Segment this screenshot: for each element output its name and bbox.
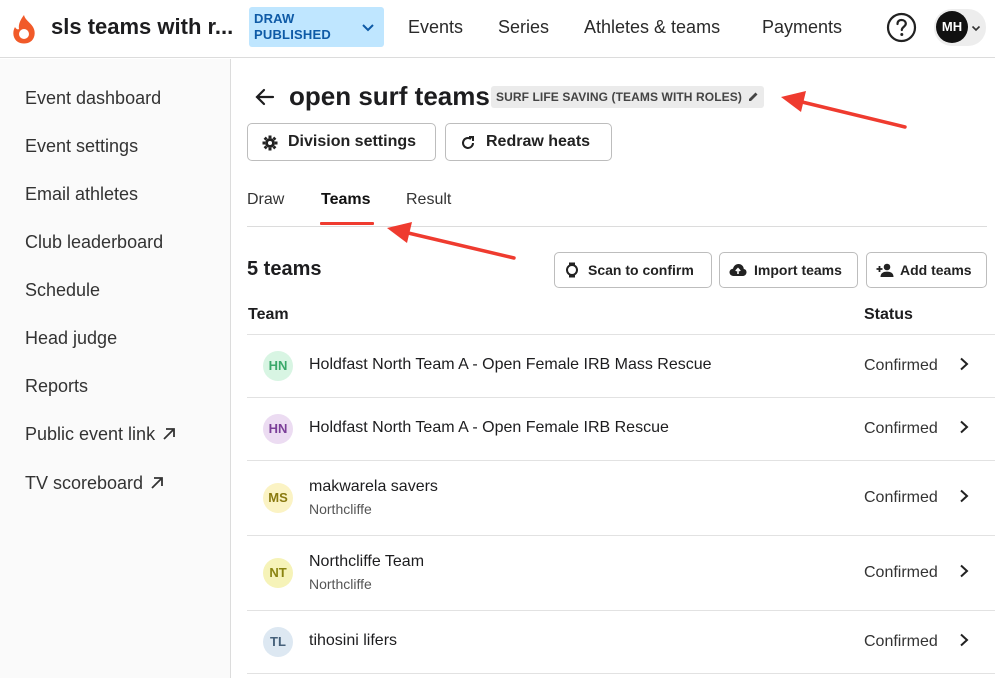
nav-payments[interactable]: Payments (762, 17, 842, 38)
sidebar-item-event-dashboard[interactable]: Event dashboard (25, 88, 161, 109)
annotation-arrow (781, 91, 907, 129)
avatar: MH (936, 11, 968, 43)
chevron-down-icon (362, 24, 374, 32)
team-name[interactable]: Holdfast North Team A - Open Female IRB … (309, 356, 712, 374)
sidebar-item-label: Public event link (25, 424, 156, 444)
nav-events[interactable]: Events (408, 17, 463, 38)
divider (247, 334, 995, 335)
chevron-right-icon[interactable] (958, 564, 970, 578)
sidebar-item-tv-scoreboard[interactable]: TV scoreboard (25, 473, 165, 494)
external-link-icon (163, 428, 175, 440)
active-tab-indicator (320, 222, 374, 225)
pencil-icon (748, 92, 758, 101)
draw-status-dropdown[interactable]: DRAW PUBLISHED (249, 7, 384, 47)
divider (247, 535, 995, 536)
chevron-right-icon[interactable] (958, 489, 970, 503)
team-status: Confirmed (864, 357, 938, 374)
column-header-status: Status (864, 306, 913, 323)
chevron-right-icon[interactable] (958, 357, 970, 371)
tab-result[interactable]: Result (406, 191, 451, 209)
refresh-icon (462, 136, 474, 149)
sidebar: Event dashboard Event settings Email ath… (0, 59, 231, 678)
watch-icon (566, 262, 578, 278)
back-arrow-icon[interactable] (254, 86, 276, 108)
scan-to-confirm-button[interactable]: Scan to confirm (554, 252, 712, 288)
team-name[interactable]: Northcliffe Team (309, 553, 424, 571)
divider (247, 397, 995, 398)
sidebar-item-club-leaderboard[interactable]: Club leaderboard (25, 232, 163, 253)
divider (247, 460, 995, 461)
team-status: Confirmed (864, 420, 938, 437)
gear-icon (262, 135, 278, 151)
team-status: Confirmed (864, 633, 938, 650)
sidebar-item-label: TV scoreboard (25, 473, 144, 493)
column-header-team: Team (248, 306, 289, 323)
cloud-upload-icon (729, 264, 747, 276)
top-bar: sls teams with r... DRAW PUBLISHED Event… (0, 0, 995, 58)
team-name[interactable]: makwarela savers (309, 478, 438, 496)
teams-count: 5 teams (247, 258, 322, 280)
team-status: Confirmed (864, 564, 938, 581)
sidebar-item-event-settings[interactable]: Event settings (25, 136, 138, 157)
divider (247, 673, 995, 674)
team-name[interactable]: Holdfast North Team A - Open Female IRB … (309, 419, 669, 437)
tabs-divider (247, 226, 987, 227)
app-title[interactable]: sls teams with r... (51, 14, 236, 40)
sidebar-item-head-judge[interactable]: Head judge (25, 328, 117, 349)
event-type-label: SURF LIFE SAVING (TEAMS WITH ROLES) (496, 90, 742, 104)
team-avatar: HN (263, 414, 293, 444)
scan-to-confirm-label: Scan to confirm (588, 262, 694, 278)
import-teams-button[interactable]: Import teams (719, 252, 858, 288)
user-menu[interactable]: MH (934, 9, 986, 46)
redraw-heats-button[interactable]: Redraw heats (445, 123, 612, 161)
sidebar-item-email-athletes[interactable]: Email athletes (25, 184, 138, 205)
annotation-arrow (387, 222, 516, 260)
tab-teams[interactable]: Teams (321, 191, 371, 209)
add-teams-button[interactable]: Add teams (866, 252, 987, 288)
redraw-heats-label: Redraw heats (486, 133, 591, 150)
division-settings-button[interactable]: Division settings (247, 123, 436, 161)
flame-logo-icon[interactable] (11, 14, 37, 44)
chevron-down-icon (971, 25, 981, 32)
team-avatar: HN (263, 351, 293, 381)
page-title: open surf teams (289, 81, 490, 111)
team-club: Northcliffe (309, 501, 372, 517)
nav-series[interactable]: Series (498, 17, 549, 38)
team-avatar: TL (263, 627, 293, 657)
import-teams-label: Import teams (754, 262, 842, 278)
team-status: Confirmed (864, 489, 938, 506)
chevron-right-icon[interactable] (958, 633, 970, 647)
sidebar-item-public-event-link[interactable]: Public event link (25, 424, 177, 445)
division-settings-label: Division settings (288, 133, 417, 150)
team-avatar: NT (263, 558, 293, 588)
divider (247, 610, 995, 611)
tab-draw[interactable]: Draw (247, 191, 284, 209)
sidebar-item-schedule[interactable]: Schedule (25, 280, 100, 301)
team-avatar: MS (263, 483, 293, 513)
add-teams-label: Add teams (900, 262, 972, 278)
nav-athletes-teams[interactable]: Athletes & teams (584, 17, 720, 38)
team-name[interactable]: tihosini lifers (309, 632, 397, 650)
event-type-chip[interactable]: SURF LIFE SAVING (TEAMS WITH ROLES) (491, 86, 764, 108)
sidebar-item-reports[interactable]: Reports (25, 376, 88, 397)
team-club: Northcliffe (309, 576, 372, 592)
chevron-right-icon[interactable] (958, 420, 970, 434)
add-person-icon (876, 263, 894, 277)
question-circle-icon[interactable] (886, 12, 917, 43)
external-link-icon (151, 477, 163, 489)
